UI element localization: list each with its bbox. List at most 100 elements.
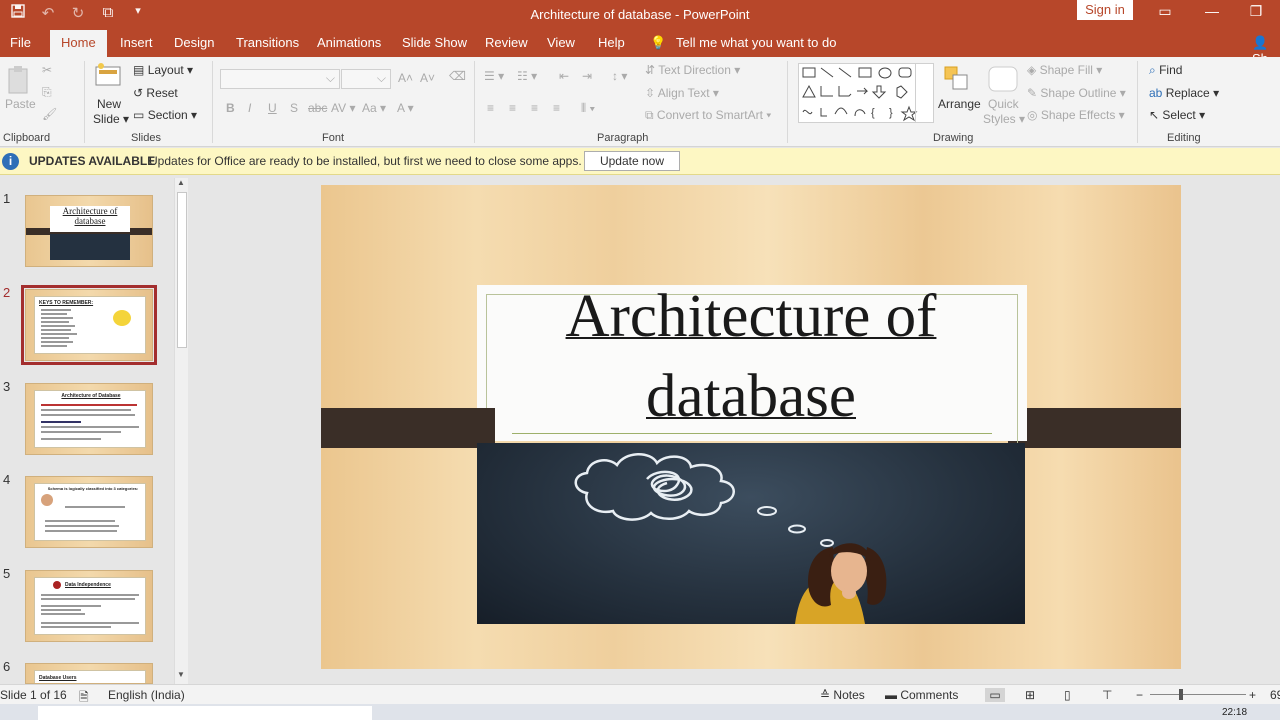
taskbar-search[interactable] bbox=[38, 706, 372, 720]
scroll-down-icon[interactable]: ▼ bbox=[177, 670, 185, 679]
shape-outline-button[interactable]: ✎ Shape Outline ▾ bbox=[1027, 86, 1126, 100]
character-spacing-icon[interactable]: AV ▾ bbox=[331, 101, 355, 115]
reading-view-icon[interactable]: ▯ bbox=[1064, 688, 1071, 702]
thumbnail-scrollbar[interactable]: ▲ ▼ bbox=[174, 178, 188, 684]
thinking-woman-image[interactable] bbox=[477, 443, 1025, 624]
tab-transitions[interactable]: Transitions bbox=[236, 35, 299, 50]
font-name-combo[interactable]: ⌵ bbox=[220, 69, 340, 89]
new-slide-label-2[interactable]: Slide ▾ bbox=[93, 112, 129, 126]
justify-icon[interactable]: ≡ bbox=[553, 101, 560, 115]
text-direction-icon: ⇵ bbox=[645, 63, 656, 77]
increase-indent-icon[interactable]: ⇥ bbox=[582, 69, 592, 83]
update-title: UPDATES AVAILABLE bbox=[29, 154, 156, 168]
ribbon-display-options-icon[interactable]: ▭ bbox=[1150, 3, 1180, 20]
numbering-icon[interactable]: ☷ ▾ bbox=[517, 69, 537, 83]
tab-home[interactable]: Home bbox=[50, 30, 107, 57]
line-spacing-icon[interactable]: ↕ ▾ bbox=[612, 69, 627, 83]
scrollbar-thumb[interactable] bbox=[177, 192, 187, 348]
zoom-in-icon[interactable]: + bbox=[1249, 688, 1256, 702]
tab-file[interactable]: File bbox=[10, 35, 31, 50]
comments-button[interactable]: ▬ Comments bbox=[885, 688, 958, 702]
slide-title[interactable]: Architecture of database bbox=[321, 277, 1181, 437]
layout-button[interactable]: ▤ Layout ▾ bbox=[133, 63, 193, 77]
tab-animations[interactable]: Animations bbox=[317, 35, 381, 50]
maximize-button[interactable]: ❐ bbox=[1241, 3, 1271, 20]
arrange-button[interactable]: Arrange bbox=[938, 97, 981, 111]
update-now-button[interactable]: Update now bbox=[584, 151, 680, 171]
bold-button[interactable]: B bbox=[226, 101, 235, 115]
copy-icon[interactable]: ⎘ bbox=[42, 85, 52, 100]
format-painter-icon[interactable]: 🖌 bbox=[42, 107, 57, 121]
align-right-icon[interactable]: ≡ bbox=[531, 101, 538, 115]
strikethrough-button[interactable]: abc bbox=[308, 101, 327, 115]
text-direction-button[interactable]: ⇵ Text Direction ▾ bbox=[645, 63, 740, 77]
new-slide-label[interactable]: New bbox=[97, 97, 121, 111]
slide-thumbnail-4[interactable]: Schema is logically classified into 3 ca… bbox=[25, 476, 153, 548]
slide-thumbnail-3[interactable]: Architecture of Database bbox=[25, 383, 153, 455]
quick-styles-label[interactable]: Quick bbox=[988, 97, 1019, 111]
section-button[interactable]: ▭ Section ▾ bbox=[133, 108, 197, 122]
slide-show-icon[interactable]: ⊤ bbox=[1102, 688, 1112, 702]
align-text-button[interactable]: ⇳ Align Text ▾ bbox=[645, 86, 719, 100]
slide-thumbnail-2[interactable]: KEYS TO REMEMBER: bbox=[21, 285, 157, 365]
find-button[interactable]: ⌕ Find bbox=[1149, 63, 1182, 78]
columns-icon[interactable]: ⫴ ▾ bbox=[581, 101, 595, 116]
font-size-combo[interactable]: ⌵ bbox=[341, 69, 391, 89]
thumbnail-number: 1 bbox=[3, 191, 11, 206]
notes-button[interactable]: ≙ Notes bbox=[820, 688, 865, 702]
slide-sorter-icon[interactable]: ⊞ bbox=[1025, 688, 1035, 702]
slide-thumbnail-1[interactable]: Architecture of database bbox=[25, 195, 153, 267]
replace-button[interactable]: ab Replace ▾ bbox=[1149, 86, 1219, 100]
reset-button[interactable]: ↺ Reset bbox=[133, 86, 178, 100]
align-center-icon[interactable]: ≡ bbox=[509, 101, 516, 115]
slide-thumbnail-6[interactable]: Database Users bbox=[25, 663, 153, 684]
language-indicator[interactable]: English (India) bbox=[108, 688, 185, 702]
shape-fill-button[interactable]: ◈ Shape Fill ▾ bbox=[1027, 63, 1102, 77]
arrange-icon[interactable] bbox=[943, 65, 971, 96]
zoom-slider-thumb[interactable] bbox=[1179, 689, 1183, 700]
zoom-level[interactable]: 69 bbox=[1270, 688, 1280, 702]
separator bbox=[474, 61, 475, 143]
sign-in-button[interactable]: Sign in bbox=[1077, 0, 1133, 20]
tab-slide-show[interactable]: Slide Show bbox=[402, 35, 467, 50]
increase-font-icon[interactable]: A˄ bbox=[398, 71, 413, 85]
new-slide-icon[interactable] bbox=[94, 61, 124, 90]
zoom-out-icon[interactable]: − bbox=[1136, 688, 1143, 702]
thumbnail-number: 6 bbox=[3, 659, 11, 674]
tab-insert[interactable]: Insert bbox=[120, 35, 153, 50]
tab-design[interactable]: Design bbox=[174, 35, 214, 50]
underline-button[interactable]: U bbox=[268, 101, 277, 115]
shapes-gallery[interactable]: {} bbox=[798, 63, 934, 123]
bullets-icon[interactable]: ☰ ▾ bbox=[484, 69, 504, 83]
tab-view[interactable]: View bbox=[547, 35, 575, 50]
decrease-indent-icon[interactable]: ⇤ bbox=[559, 69, 569, 83]
cut-icon[interactable]: ✂ bbox=[42, 63, 52, 77]
convert-smartart-button[interactable]: ⧉ Convert to SmartArt ▾ bbox=[645, 108, 771, 123]
tell-me-search[interactable]: Tell me what you want to do bbox=[676, 35, 836, 50]
current-slide[interactable]: Architecture of database bbox=[321, 185, 1181, 669]
italic-button[interactable]: I bbox=[248, 101, 251, 115]
shapes-gallery-scroll[interactable] bbox=[915, 63, 935, 123]
normal-view-icon[interactable]: ▭ bbox=[985, 688, 1005, 702]
quick-styles-icon[interactable] bbox=[987, 65, 1019, 96]
slide-thumbnail-5[interactable]: Data Independence bbox=[25, 570, 153, 642]
change-case-button[interactable]: Aa ▾ bbox=[362, 101, 386, 115]
align-left-icon[interactable]: ≡ bbox=[487, 101, 494, 115]
shape-effects-button[interactable]: ◎ Shape Effects ▾ bbox=[1027, 108, 1125, 122]
lightbulb-icon: 💡 bbox=[650, 35, 667, 50]
decrease-font-icon[interactable]: A˅ bbox=[420, 71, 435, 85]
pen-icon: ✎ bbox=[1027, 86, 1038, 100]
tab-help[interactable]: Help bbox=[598, 35, 625, 50]
select-button[interactable]: ↖ Select ▾ bbox=[1149, 108, 1205, 122]
tab-review[interactable]: Review bbox=[485, 35, 528, 50]
scroll-up-icon[interactable]: ▲ bbox=[177, 178, 185, 187]
clear-formatting-icon[interactable]: ⌫ bbox=[449, 69, 466, 83]
shadow-button[interactable]: S bbox=[290, 101, 298, 115]
paste-icon[interactable] bbox=[6, 65, 32, 98]
zoom-slider[interactable] bbox=[1150, 694, 1246, 695]
minimize-button[interactable]: — bbox=[1197, 3, 1227, 19]
quick-styles-label-2[interactable]: Styles ▾ bbox=[983, 112, 1025, 126]
update-notification-bar: i UPDATES AVAILABLE Updates for Office a… bbox=[0, 148, 1280, 175]
font-color-icon[interactable]: A ▾ bbox=[397, 101, 414, 115]
paste-button[interactable]: Paste bbox=[5, 97, 36, 111]
